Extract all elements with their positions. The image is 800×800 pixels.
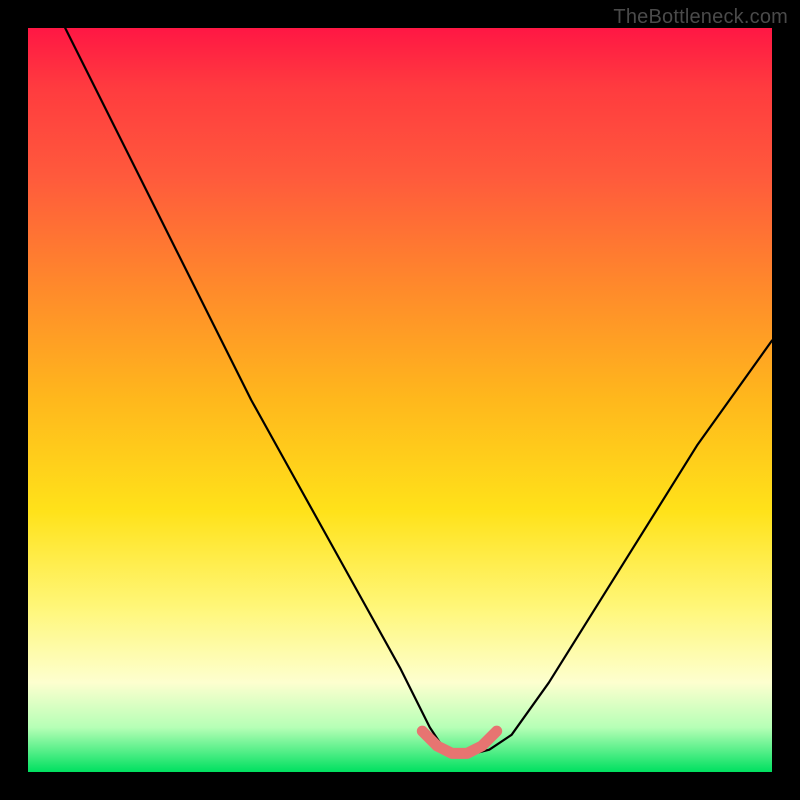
watermark-text: TheBottleneck.com	[613, 6, 788, 29]
plot-area	[28, 28, 772, 772]
bottleneck-curve	[65, 28, 772, 753]
chart-frame: TheBottleneck.com	[0, 0, 800, 800]
curve-overlay	[28, 28, 772, 772]
